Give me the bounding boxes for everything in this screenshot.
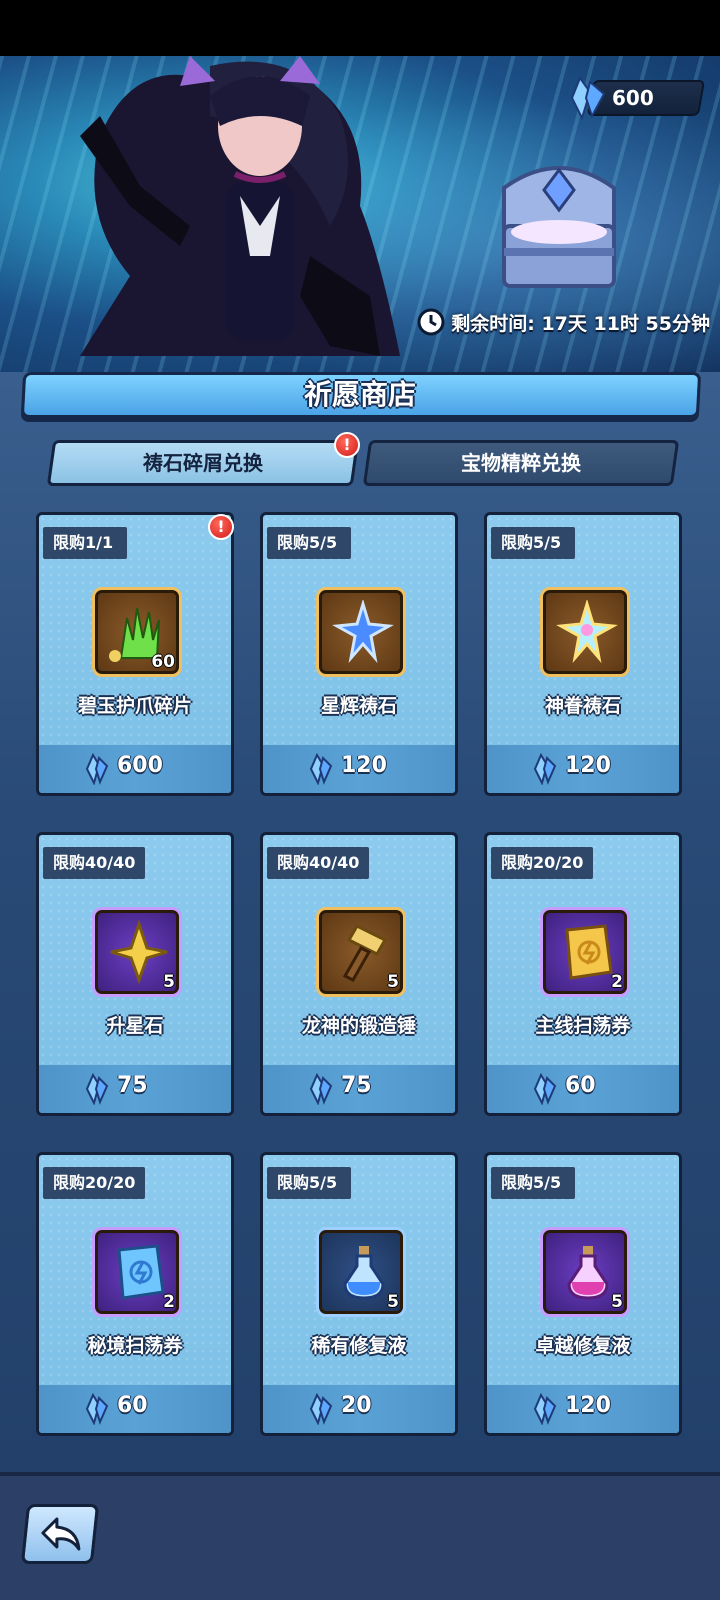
status-bar bbox=[0, 0, 720, 56]
price-bar: 20 bbox=[263, 1385, 455, 1433]
item-price: 60 bbox=[565, 1073, 596, 1098]
price-bar: 75 bbox=[263, 1065, 455, 1113]
back-arrow-icon bbox=[41, 1517, 81, 1551]
item-quantity: 5 bbox=[611, 1292, 623, 1312]
purchase-limit: 限购40/40 bbox=[267, 847, 370, 879]
divine-prayer-stone-icon bbox=[556, 600, 618, 664]
item-quantity: 5 bbox=[163, 972, 175, 992]
purchase-limit: 限购5/5 bbox=[267, 1167, 351, 1199]
purchase-limit: 限购20/20 bbox=[491, 847, 594, 879]
shop-item-card[interactable]: 限购5/5 5 卓越修复液 120 bbox=[484, 1152, 682, 1436]
shop-item-card[interactable]: 限购20/20 2 秘境扫荡券 60 bbox=[36, 1152, 234, 1436]
item-name: 神眷祷石 bbox=[544, 695, 621, 717]
crystal-icon bbox=[533, 753, 557, 785]
treasure-chest-icon bbox=[502, 166, 616, 288]
item-quantity: 2 bbox=[163, 1292, 175, 1312]
shop-item-card[interactable]: 限购1/1 60 碧玉护爪碎片 600 bbox=[36, 512, 234, 796]
purchase-limit: 限购5/5 bbox=[491, 1167, 575, 1199]
item-price: 75 bbox=[341, 1073, 372, 1098]
price-bar: 60 bbox=[39, 1385, 231, 1433]
forge-hammer-icon bbox=[342, 924, 388, 982]
item-price: 75 bbox=[117, 1073, 148, 1098]
shop-item-card[interactable]: 限购40/40 5 升星石 75 bbox=[36, 832, 234, 1116]
bottom-bar bbox=[0, 1472, 720, 1600]
starlight-prayer-stone-icon bbox=[332, 600, 394, 664]
purchase-limit: 限购1/1 bbox=[43, 527, 127, 559]
secret-sweep-ticket-icon bbox=[117, 1244, 165, 1300]
character-illustration bbox=[80, 56, 400, 356]
item-icon-frame: 5 bbox=[316, 1227, 406, 1317]
tab-stone-shard-exchange-label[interactable]: 祷石碎屑兑换 bbox=[50, 440, 356, 486]
crystal-icon bbox=[309, 753, 333, 785]
item-icon-frame: 5 bbox=[540, 1227, 630, 1317]
item-quantity: 2 bbox=[611, 972, 623, 992]
crystal-icon bbox=[85, 753, 109, 785]
crystal-icon bbox=[309, 1393, 333, 1425]
item-icon-frame: 5 bbox=[316, 907, 406, 997]
shop-item-card[interactable]: 限购5/5 5 稀有修复液 20 bbox=[260, 1152, 458, 1436]
main-sweep-ticket-icon bbox=[565, 924, 613, 980]
timer-text: 剩余时间: 17天 11时 55分钟 bbox=[451, 312, 710, 335]
purchase-limit: 限购20/20 bbox=[43, 1167, 146, 1199]
purchase-limit: 限购40/40 bbox=[43, 847, 146, 879]
price-bar: 600 bbox=[39, 745, 231, 793]
item-icon-frame bbox=[540, 587, 630, 677]
item-name: 碧玉护爪碎片 bbox=[77, 695, 192, 717]
item-name: 主线扫荡券 bbox=[535, 1015, 631, 1037]
item-price: 60 bbox=[117, 1393, 148, 1418]
back-button[interactable] bbox=[20, 1504, 100, 1564]
item-price: 120 bbox=[565, 1393, 611, 1418]
item-name: 卓越修复液 bbox=[535, 1335, 631, 1357]
item-name: 星辉祷石 bbox=[320, 695, 397, 717]
item-quantity: 5 bbox=[387, 972, 399, 992]
excellent-repair-potion-icon bbox=[567, 1246, 609, 1300]
crystal-icon bbox=[309, 1073, 333, 1105]
shop-item-card[interactable]: 限购5/5 星辉祷石 120 bbox=[260, 512, 458, 796]
item-name: 秘境扫荡券 bbox=[87, 1335, 183, 1357]
item-price: 120 bbox=[341, 753, 387, 778]
remaining-time: 剩余时间: 17天 11时 55分钟 bbox=[417, 308, 710, 336]
crystal-icon bbox=[533, 1393, 557, 1425]
item-icon-frame: 2 bbox=[92, 1227, 182, 1317]
shop-item-card[interactable]: 限购20/20 2 主线扫荡券 60 bbox=[484, 832, 682, 1116]
crystal-icon bbox=[570, 75, 606, 120]
event-banner: 600 剩余时间: 17天 11时 55分钟 bbox=[0, 56, 720, 372]
price-bar: 60 bbox=[487, 1065, 679, 1113]
purchase-limit: 限购5/5 bbox=[491, 527, 575, 559]
tab-treasure-essence-exchange-label[interactable]: 宝物精粹兑换 bbox=[366, 440, 676, 486]
item-name: 龙神的锻造锤 bbox=[301, 1015, 416, 1037]
crystal-icon bbox=[533, 1073, 557, 1105]
currency-value: 600 bbox=[612, 86, 654, 110]
clock-icon bbox=[417, 308, 445, 336]
shop-title: 祈愿商店 bbox=[303, 378, 416, 411]
star-up-stone-icon bbox=[110, 920, 168, 984]
shop-item-card[interactable]: 限购40/40 5 龙神的锻造锤 75 bbox=[260, 832, 458, 1116]
alert-icon: ! bbox=[208, 514, 234, 540]
price-bar: 120 bbox=[487, 1385, 679, 1433]
price-bar: 120 bbox=[263, 745, 455, 793]
item-name: 稀有修复液 bbox=[311, 1335, 407, 1357]
item-price: 20 bbox=[341, 1393, 372, 1418]
item-quantity: 5 bbox=[387, 1292, 399, 1312]
price-bar: 75 bbox=[39, 1065, 231, 1113]
alert-icon: ! bbox=[334, 432, 360, 458]
item-price: 120 bbox=[565, 753, 611, 778]
rare-repair-potion-icon bbox=[343, 1246, 385, 1300]
item-icon-frame: 2 bbox=[540, 907, 630, 997]
item-price: 600 bbox=[117, 753, 163, 778]
crystal-icon bbox=[85, 1073, 109, 1105]
item-icon-frame: 60 bbox=[92, 587, 182, 677]
crystal-icon bbox=[85, 1393, 109, 1425]
purchase-limit: 限购5/5 bbox=[267, 527, 351, 559]
price-bar: 120 bbox=[487, 745, 679, 793]
item-icon-frame bbox=[316, 587, 406, 677]
item-icon-frame: 5 bbox=[92, 907, 182, 997]
shop-item-card[interactable]: 限购5/5 神眷祷石 120 bbox=[484, 512, 682, 796]
item-quantity: 60 bbox=[151, 652, 175, 672]
item-name: 升星石 bbox=[106, 1015, 164, 1037]
